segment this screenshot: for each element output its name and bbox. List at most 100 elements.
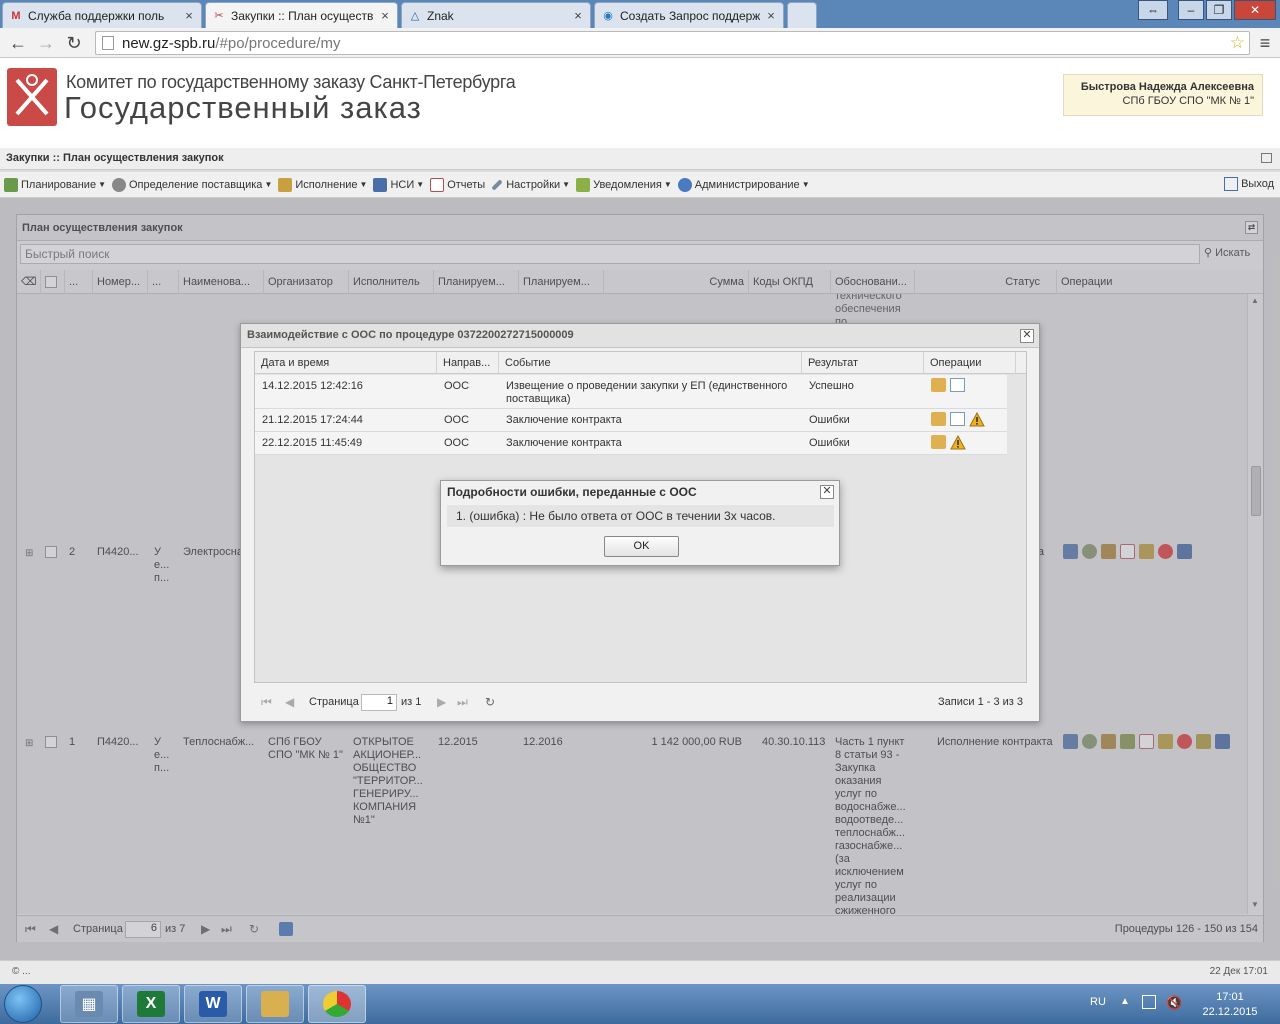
col-direction[interactable]: Направ... (437, 352, 499, 374)
bookmark-star-icon[interactable]: ☆ (1230, 33, 1245, 53)
warning-icon[interactable] (969, 412, 985, 427)
browser-tab-create-request[interactable]: ◉ Создать Запрос поддерж × (594, 2, 784, 28)
document-icon[interactable] (950, 378, 965, 392)
taskbar-clock[interactable]: 17:01 22.12.2015 (1190, 990, 1270, 1020)
tray-arrow-icon[interactable]: ▲ (1120, 996, 1130, 1007)
menu-notifications[interactable]: Уведомления ▼ (576, 177, 672, 192)
page-number-input[interactable]: 1 (361, 694, 397, 711)
table-row[interactable]: 14.12.2015 12:42:16 ООС Извещение о пров… (255, 375, 1007, 409)
tab-title: Закупки :: План осуществ (231, 8, 374, 23)
refresh-icon[interactable]: ↻ (485, 695, 495, 709)
menu-administration[interactable]: Администрирование ▼ (677, 177, 810, 192)
table-row[interactable]: 22.12.2015 11:45:49 ООС Заключение контр… (255, 432, 1007, 455)
taskbar-chrome[interactable] (308, 985, 366, 1023)
close-icon[interactable]: × (765, 8, 777, 23)
user-organization: СПб ГБОУ СПО "МК № 1" (1122, 95, 1255, 107)
volume-icon[interactable]: 🔇 (1166, 995, 1182, 1011)
browser-tab-support[interactable]: M Служба поддержки поль × (2, 2, 202, 28)
row-event: Заключение контракта (506, 437, 622, 449)
windows-start-icon[interactable] (4, 985, 42, 1023)
user-info: Быстрова Надежда Алексеевна СПб ГБОУ СПО… (1063, 74, 1263, 116)
tab-title: Создать Запрос поддерж (620, 8, 761, 23)
tab-title: Служба поддержки поль (28, 8, 165, 23)
caret-down-icon: ▼ (359, 180, 368, 189)
calculator-icon: ▦ (75, 991, 103, 1017)
row-direction: ООС (444, 437, 470, 449)
menu-label: Планирование (21, 178, 97, 191)
tab-title: Znak (427, 8, 454, 23)
taskbar-explorer[interactable] (246, 985, 304, 1023)
menu-icon[interactable]: ≡ (1255, 33, 1275, 53)
page-footer: © ... 22 Дек 17:01 (0, 960, 1280, 984)
collapse-icon[interactable] (1261, 153, 1272, 163)
col-datetime[interactable]: Дата и время (255, 352, 437, 374)
taskbar-word[interactable]: W (184, 985, 242, 1023)
menu-label: Определение поставщика (129, 178, 263, 191)
window-minimize-icon[interactable]: – (1178, 0, 1204, 20)
url-input[interactable]: new.gz-spb.ru/#po/procedure/my ☆ (95, 31, 1250, 55)
network-icon[interactable] (1142, 995, 1156, 1009)
site-header: Комитет по государственному заказу Санкт… (0, 58, 1280, 148)
site-title: Государственный заказ (64, 90, 422, 125)
package-icon[interactable] (931, 412, 946, 426)
close-icon[interactable]: × (183, 8, 195, 23)
row-datetime: 21.12.2015 17:24:44 (262, 414, 363, 426)
caret-down-icon: ▼ (562, 180, 571, 189)
menu-supplier-selection[interactable]: Определение поставщика ▼ (112, 177, 272, 192)
logout-button[interactable]: Выход (1224, 177, 1274, 191)
col-event[interactable]: Событие (499, 352, 802, 374)
page-label: Страница (309, 696, 359, 708)
error-details-dialog: Подробности ошибки, переданные с ООС ✕ 1… (440, 480, 840, 566)
caret-down-icon: ▼ (98, 180, 106, 189)
forward-arrow-icon[interactable]: → (36, 33, 56, 53)
warning-icon[interactable] (950, 435, 966, 450)
menu-execution[interactable]: Исполнение ▼ (278, 177, 368, 192)
wrench-icon (491, 178, 503, 191)
taskbar-excel[interactable]: X (122, 985, 180, 1023)
close-icon[interactable]: ✕ (1020, 329, 1034, 343)
menu-settings[interactable]: Настройки ▼ (491, 179, 570, 191)
last-page-icon[interactable]: ⏭ (457, 695, 468, 710)
next-page-icon[interactable]: ▶ (437, 695, 446, 709)
browser-tab-procurement[interactable]: ✂ Закупки :: План осуществ × (205, 2, 398, 28)
language-indicator[interactable]: RU (1090, 996, 1106, 1008)
col-result[interactable]: Результат (802, 352, 924, 374)
close-icon[interactable]: ✕ (820, 485, 834, 499)
row-event: Извещение о проведении закупки у ЕП (еди… (506, 380, 788, 405)
first-page-icon[interactable]: ⏮ (261, 695, 272, 710)
menu-nsi[interactable]: НСИ ▼ (373, 177, 424, 192)
row-datetime: 14.12.2015 12:42:16 (262, 380, 363, 392)
row-operations (931, 435, 966, 450)
menu-planning[interactable]: Планирование ▼ (4, 177, 106, 192)
dialog-title: Взаимодействие с ООС по процедуре 037220… (241, 324, 1039, 348)
gmail-icon: M (11, 9, 21, 22)
package-icon[interactable] (931, 435, 946, 449)
znak-icon: △ (410, 10, 420, 22)
window-close-icon[interactable]: ✕ (1234, 0, 1276, 20)
prev-page-icon[interactable]: ◀ (285, 695, 294, 709)
document-icon[interactable] (950, 412, 965, 426)
url-path: /#po/procedure/my (215, 34, 341, 52)
taskbar-calculator[interactable]: ▦ (60, 985, 118, 1023)
new-tab-button[interactable] (787, 2, 817, 28)
user-icon (677, 177, 692, 192)
word-icon: W (199, 991, 227, 1017)
dialog-title: Подробности ошибки, переданные с ООС (447, 485, 697, 499)
close-icon[interactable]: × (572, 8, 584, 23)
package-icon[interactable] (931, 378, 946, 392)
window-restore-icon[interactable]: ⇔ (1138, 0, 1168, 20)
row-result: Успешно (809, 380, 854, 392)
menu-label: Настройки (506, 178, 561, 191)
row-datetime: 22.12.2015 11:45:49 (262, 437, 363, 449)
window-maximize-icon[interactable]: ❐ (1206, 0, 1232, 20)
row-operations (931, 378, 965, 392)
back-arrow-icon[interactable]: ← (8, 33, 28, 53)
ok-button[interactable]: OK (604, 536, 679, 557)
menu-reports[interactable]: Отчеты (430, 177, 485, 192)
page-count: из 1 (401, 696, 422, 708)
reload-icon[interactable]: ↻ (64, 33, 84, 53)
table-row[interactable]: 21.12.2015 17:24:44 ООС Заключение контр… (255, 409, 1007, 432)
close-icon[interactable]: × (379, 8, 391, 23)
browser-tab-znak[interactable]: △ Znak × (401, 2, 591, 28)
row-operations (931, 412, 985, 427)
